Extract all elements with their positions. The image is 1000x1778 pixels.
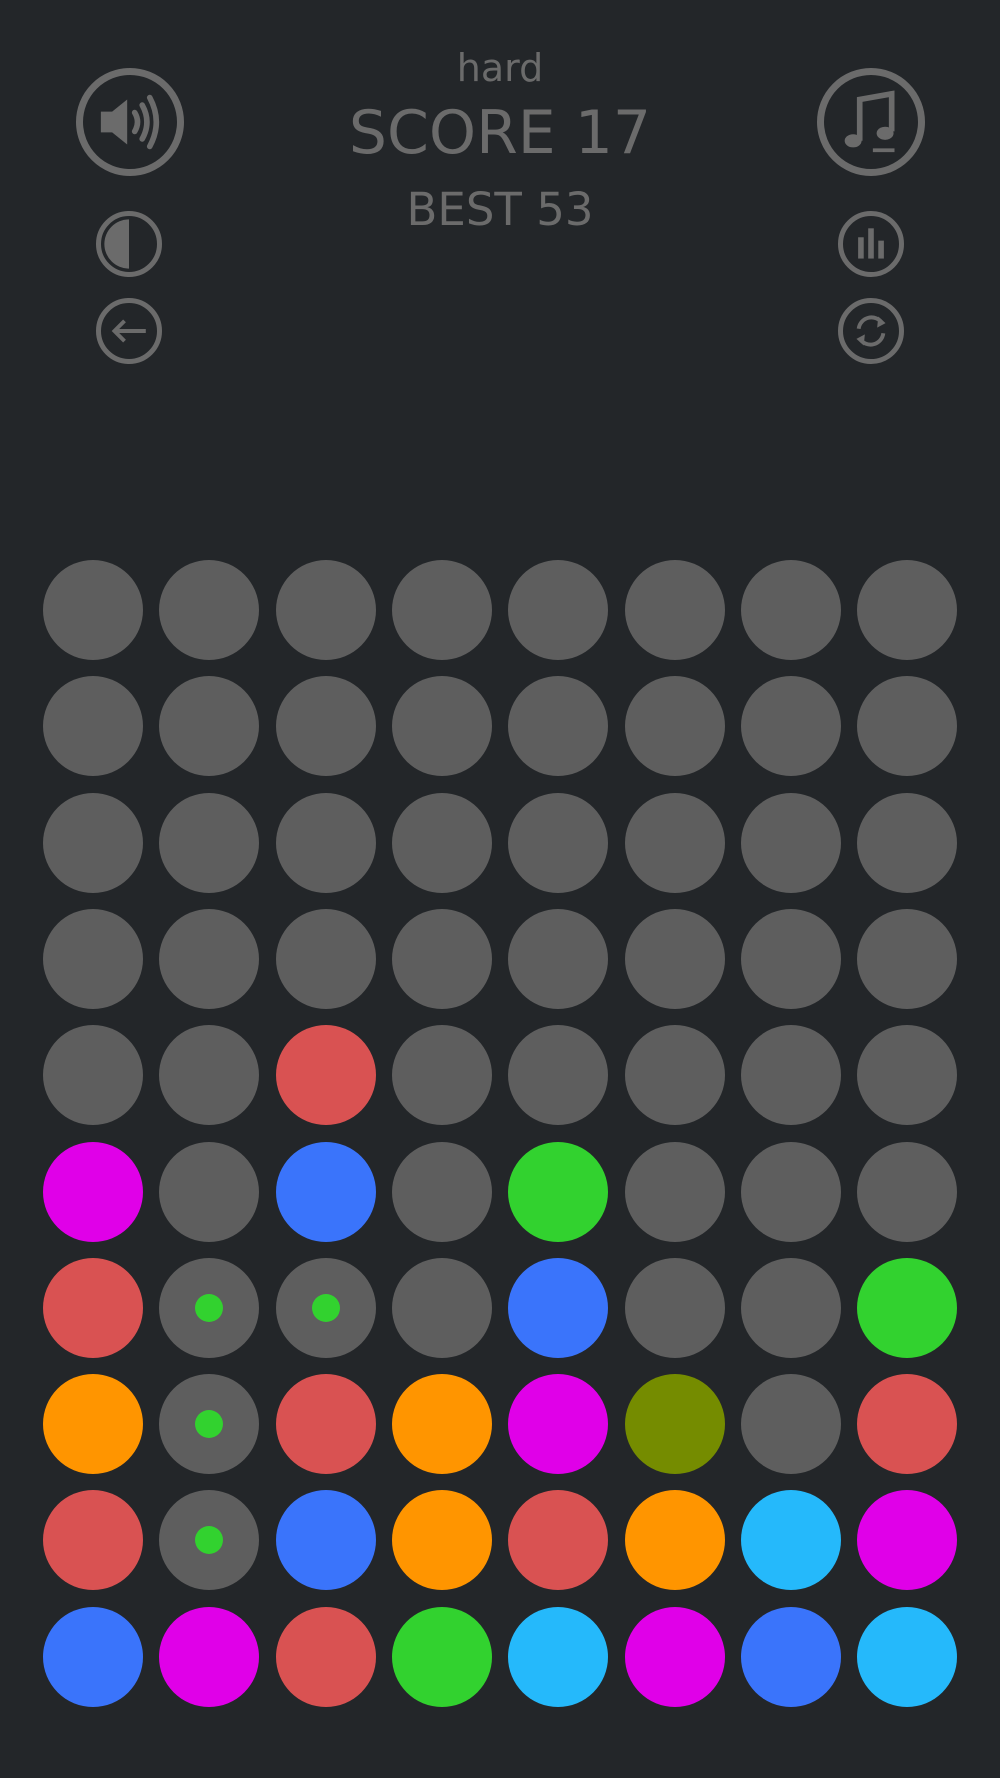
board-cell[interactable] (508, 1257, 609, 1358)
board-cell[interactable] (275, 1490, 376, 1591)
board-cell[interactable] (857, 908, 958, 1009)
board-cell[interactable] (740, 676, 841, 777)
board-cell[interactable] (508, 792, 609, 893)
restart-icon (856, 315, 886, 347)
back-button[interactable] (96, 298, 162, 364)
board-cell[interactable] (508, 1606, 609, 1707)
arrow-left-icon (111, 319, 146, 343)
board-cell[interactable] (624, 1490, 725, 1591)
path-marker (195, 1410, 224, 1439)
board-cell[interactable] (159, 1257, 260, 1358)
board-cell[interactable] (857, 1490, 958, 1591)
board-cell[interactable] (159, 908, 260, 1009)
board-cell[interactable] (624, 1141, 725, 1242)
board-cell[interactable] (391, 1257, 492, 1358)
board-cell[interactable] (508, 1374, 609, 1475)
restart-button[interactable] (838, 298, 904, 364)
board-cell[interactable] (740, 1025, 841, 1126)
board-cell[interactable] (624, 1257, 725, 1358)
board-cell[interactable] (43, 792, 143, 893)
board-cell[interactable] (624, 792, 725, 893)
board-cell[interactable] (43, 1141, 143, 1242)
path-marker (311, 1293, 340, 1322)
board-cell[interactable] (391, 1141, 492, 1242)
board-cell[interactable] (624, 1025, 725, 1126)
board-cell[interactable] (740, 908, 841, 1009)
board-cell[interactable] (857, 676, 958, 777)
board-cell[interactable] (391, 1374, 492, 1475)
board-cell[interactable] (43, 908, 143, 1009)
board-cell[interactable] (624, 676, 725, 777)
board-cell[interactable] (275, 1025, 376, 1126)
board-cell[interactable] (508, 676, 609, 777)
board-cell[interactable] (391, 1606, 492, 1707)
board-cell[interactable] (624, 908, 725, 1009)
board-cell[interactable] (43, 1490, 143, 1591)
board-cell[interactable] (159, 792, 260, 893)
board-cell[interactable] (740, 1606, 841, 1707)
board-cell[interactable] (740, 560, 841, 660)
contrast-icon (104, 219, 129, 269)
board-cell[interactable] (43, 560, 143, 660)
board-cell[interactable] (275, 560, 376, 660)
path-marker (195, 1293, 224, 1322)
music-note-icon (844, 90, 895, 153)
board-cell[interactable] (740, 1257, 841, 1358)
board-cell[interactable] (159, 1141, 260, 1242)
board-cell[interactable] (857, 1606, 958, 1707)
board-cell[interactable] (740, 1141, 841, 1242)
board-cell[interactable] (43, 1025, 143, 1126)
board-cell[interactable] (159, 676, 260, 777)
board-cell[interactable] (857, 1374, 958, 1475)
board-cell[interactable] (275, 1257, 376, 1358)
board-cell[interactable] (43, 676, 143, 777)
board-cell[interactable] (159, 1025, 260, 1126)
board-cell[interactable] (159, 560, 260, 660)
stats-button[interactable] (838, 211, 904, 277)
board-cell[interactable] (43, 1374, 143, 1475)
board-cell[interactable] (43, 1257, 143, 1358)
bar-chart-icon (858, 228, 884, 259)
board-cell[interactable] (275, 1606, 376, 1707)
board-cell[interactable] (740, 1490, 841, 1591)
music-button[interactable] (817, 68, 925, 176)
board-cell[interactable] (391, 1490, 492, 1591)
board-cell[interactable] (275, 792, 376, 893)
board-cell[interactable] (508, 1025, 609, 1126)
board-cell[interactable] (508, 1141, 609, 1242)
board-cell[interactable] (508, 560, 609, 660)
board-cell[interactable] (275, 908, 376, 1009)
board-cell[interactable] (857, 1141, 958, 1242)
board-cell[interactable] (391, 792, 492, 893)
board-cell[interactable] (391, 560, 492, 660)
board-cell[interactable] (857, 1257, 958, 1358)
board-cell[interactable] (159, 1374, 260, 1475)
board-cell[interactable] (391, 1025, 492, 1126)
board-cell[interactable] (508, 908, 609, 1009)
board-cell[interactable] (740, 792, 841, 893)
board-cell[interactable] (624, 1374, 725, 1475)
board-cell[interactable] (391, 908, 492, 1009)
board-cell[interactable] (43, 1606, 143, 1707)
board-cell[interactable] (624, 1606, 725, 1707)
board-cell[interactable] (857, 560, 958, 660)
speaker-icon (100, 94, 160, 150)
contrast-toggle-button[interactable] (96, 211, 162, 277)
sound-button[interactable] (76, 68, 184, 176)
board-cell[interactable] (391, 676, 492, 777)
board-cell[interactable] (857, 1025, 958, 1126)
board-cell[interactable] (275, 676, 376, 777)
board-cell[interactable] (740, 1374, 841, 1475)
board-cell[interactable] (857, 792, 958, 893)
board-cell[interactable] (275, 1374, 376, 1475)
board-cell[interactable] (159, 1490, 260, 1591)
board-cell[interactable] (159, 1606, 260, 1707)
board-cell[interactable] (624, 560, 725, 660)
board-cell[interactable] (275, 1141, 376, 1242)
board-cell[interactable] (508, 1490, 609, 1591)
path-marker (195, 1526, 224, 1555)
